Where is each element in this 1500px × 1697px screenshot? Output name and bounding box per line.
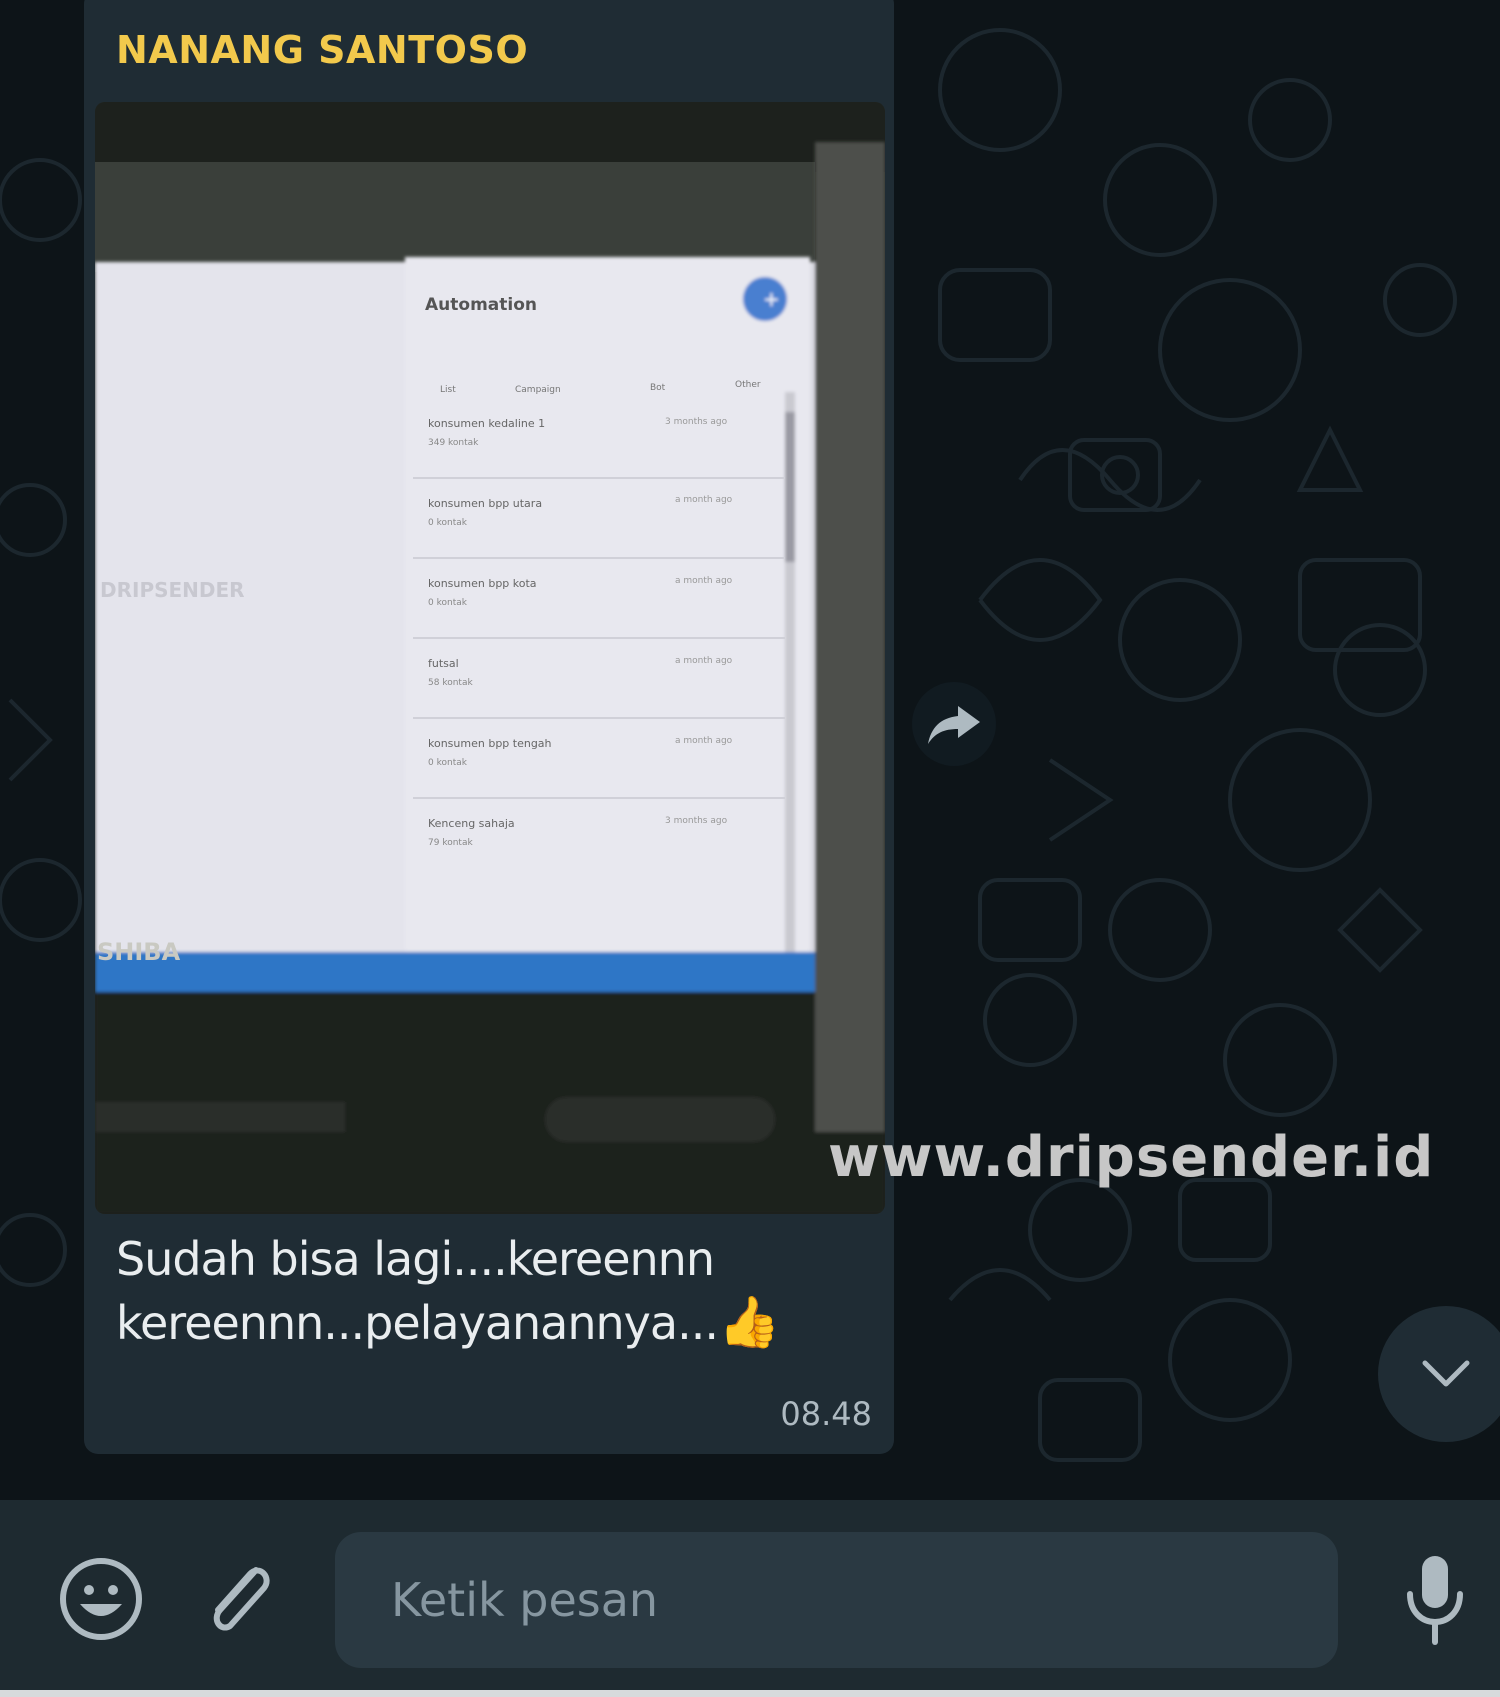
photo-panel-title: Automation: [425, 295, 537, 315]
chat-area: NANANG SANTOSO + Automation List Campaig…: [0, 0, 1500, 1500]
photo-list-name: konsumen kedaline 1: [428, 417, 545, 430]
photo-list-count: 0 kontak: [428, 598, 468, 608]
forward-arrow-icon: [928, 706, 980, 744]
bottom-divider: [0, 1690, 1500, 1697]
photo-list-name: konsumen bpp tengah: [428, 737, 552, 750]
photo-list-when: a month ago: [675, 656, 733, 666]
paperclip-icon: [213, 1567, 270, 1631]
photo-list-count: 58 kontak: [428, 678, 473, 688]
thumbs-up-emoji: 👍: [717, 1293, 780, 1351]
microphone-button[interactable]: [1400, 1550, 1470, 1650]
photo-list-when: a month ago: [675, 736, 733, 746]
photo-list-when: 3 months ago: [665, 417, 728, 427]
smiley-icon: [60, 1558, 142, 1640]
sender-name: NANANG SANTOSO: [116, 28, 529, 72]
photo-list-when: a month ago: [675, 495, 733, 505]
emoji-button[interactable]: [58, 1556, 144, 1642]
chevron-down-icon: [1422, 1360, 1470, 1387]
svg-text:+: +: [763, 287, 780, 311]
attach-button[interactable]: [198, 1556, 278, 1642]
photo-tab: Campaign: [515, 385, 561, 395]
photo-list-name: konsumen bpp utara: [428, 497, 542, 510]
microphone-icon: [1407, 1556, 1463, 1645]
message-time: 08.48: [780, 1395, 872, 1433]
message-photo[interactable]: + Automation List Campaign Bot Other kon…: [95, 102, 885, 1214]
photo-tab: Other: [735, 380, 761, 390]
caption-line-1: Sudah bisa lagi....kereennn: [116, 1232, 715, 1286]
photo-tab: Bot: [650, 383, 666, 393]
photo-list-name: konsumen bpp kota: [428, 577, 537, 590]
photo-list-count: 0 kontak: [428, 758, 468, 768]
photo-list-name: futsal: [428, 657, 459, 670]
photo-of-laptop: + Automation List Campaign Bot Other kon…: [95, 102, 885, 1214]
photo-brand-watermark: DRIPSENDER: [100, 578, 245, 602]
photo-list-name: Kenceng sahaja: [428, 817, 515, 830]
photo-list-when: a month ago: [675, 576, 733, 586]
photo-tab: List: [440, 385, 456, 395]
photo-list-count: 79 kontak: [428, 838, 473, 848]
caption-line-2: kereennn...pelayanannya...: [116, 1296, 719, 1350]
photo-list-count: 349 kontak: [428, 438, 479, 448]
message-bubble[interactable]: NANANG SANTOSO + Automation List Campaig…: [84, 0, 894, 1454]
message-input[interactable]: [335, 1532, 1338, 1668]
photo-list-when: 3 months ago: [665, 816, 728, 826]
photo-laptop-brand: SHIBA: [97, 938, 181, 966]
message-caption: Sudah bisa lagi....kereennn kereennn...p…: [116, 1228, 836, 1355]
message-input-wrap: [335, 1532, 1338, 1668]
forward-button[interactable]: [912, 682, 996, 766]
site-watermark: www.dripsender.id: [828, 1125, 1435, 1190]
photo-list-count: 0 kontak: [428, 518, 468, 528]
message-composer: [0, 1500, 1500, 1690]
